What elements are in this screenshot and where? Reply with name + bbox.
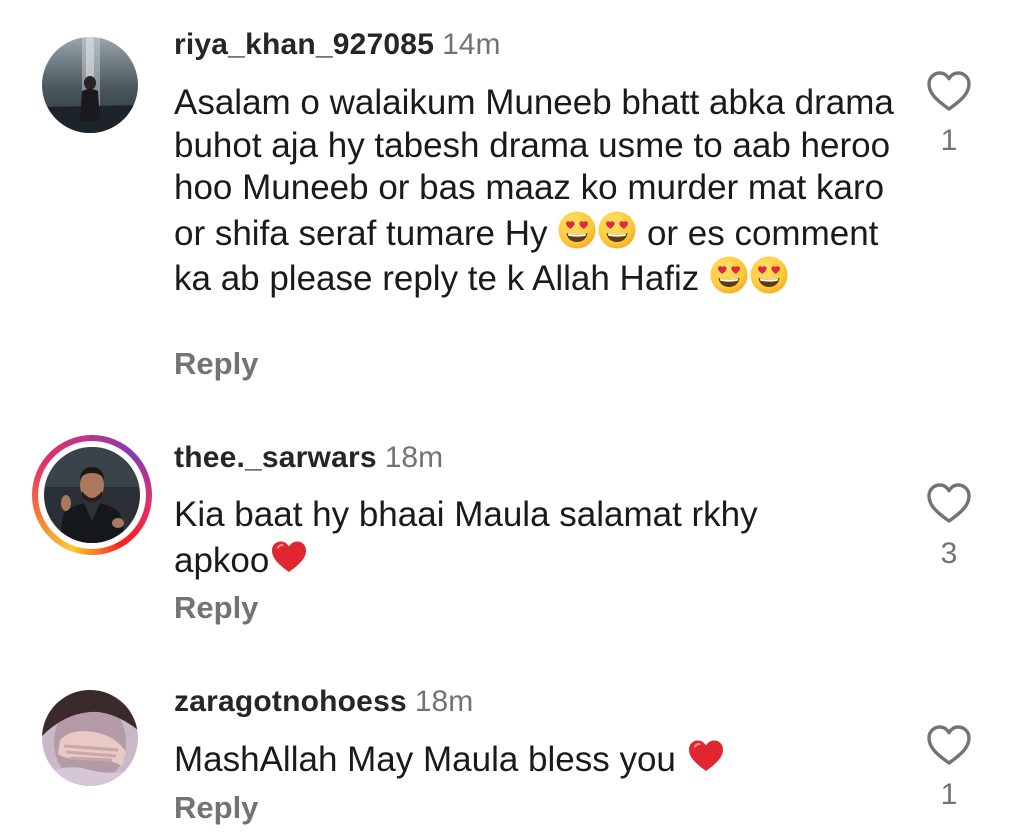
heart-outline-icon[interactable] [926,70,972,112]
heart-outline-icon[interactable] [926,724,972,766]
avatar-image [42,690,138,786]
red-heart-emoji-icon [269,537,309,577]
avatar [44,447,140,543]
comment-item: riya_khan_927085 14m Asalam o walaikum Mu… [0,0,1024,400]
comment-text-part: MashAllah May Maula bless you [174,740,676,779]
avatar[interactable] [42,690,138,786]
comment-text-part: Kia baat hy bhaai Maula salamat rkhy apk… [174,495,758,580]
comment-text: Kia baat hy bhaai Maula salamat rkhy apk… [174,494,824,582]
comment-item: zaragotnohoess 18m MashAllah May Maula bl… [0,660,1024,832]
comment-meta: zaragotnohoess 18m [174,684,473,720]
like-count: 3 [940,537,958,570]
username[interactable]: thee._sarwars [174,441,377,474]
like-count: 1 [940,124,958,157]
reply-button[interactable]: Reply [174,346,258,382]
heart-eyes-emoji-icon [597,210,637,250]
avatar[interactable] [42,37,138,133]
comment-meta: thee._sarwars 18m [174,440,443,476]
heart-eyes-emoji-icon [557,210,597,250]
avatar-image [42,37,138,133]
like-count: 1 [940,778,958,811]
timestamp: 18m [384,441,444,474]
heart-eyes-emoji-icon [709,255,749,295]
username[interactable]: riya_khan_927085 [174,28,434,61]
reply-button[interactable]: Reply [174,790,258,826]
reply-button[interactable]: Reply [174,590,258,626]
timestamp: 18m [414,685,474,718]
comment-text: MashAllah May Maula bless you [174,736,894,782]
comment-item: thee._sarwars 18m Kia baat hy bhaai Maula… [0,420,1024,640]
story-ring[interactable] [32,435,152,555]
username[interactable]: zaragotnohoess [174,685,407,718]
comment-meta: riya_khan_927085 14m [174,27,500,63]
comment-text: Asalam o walaikum Muneeb bhatt abka dram… [174,82,894,301]
avatar-image [44,447,140,543]
heart-eyes-emoji-icon [749,255,789,295]
heart-outline-icon[interactable] [926,482,972,524]
timestamp: 14m [442,28,501,61]
red-heart-emoji-icon [686,736,726,776]
